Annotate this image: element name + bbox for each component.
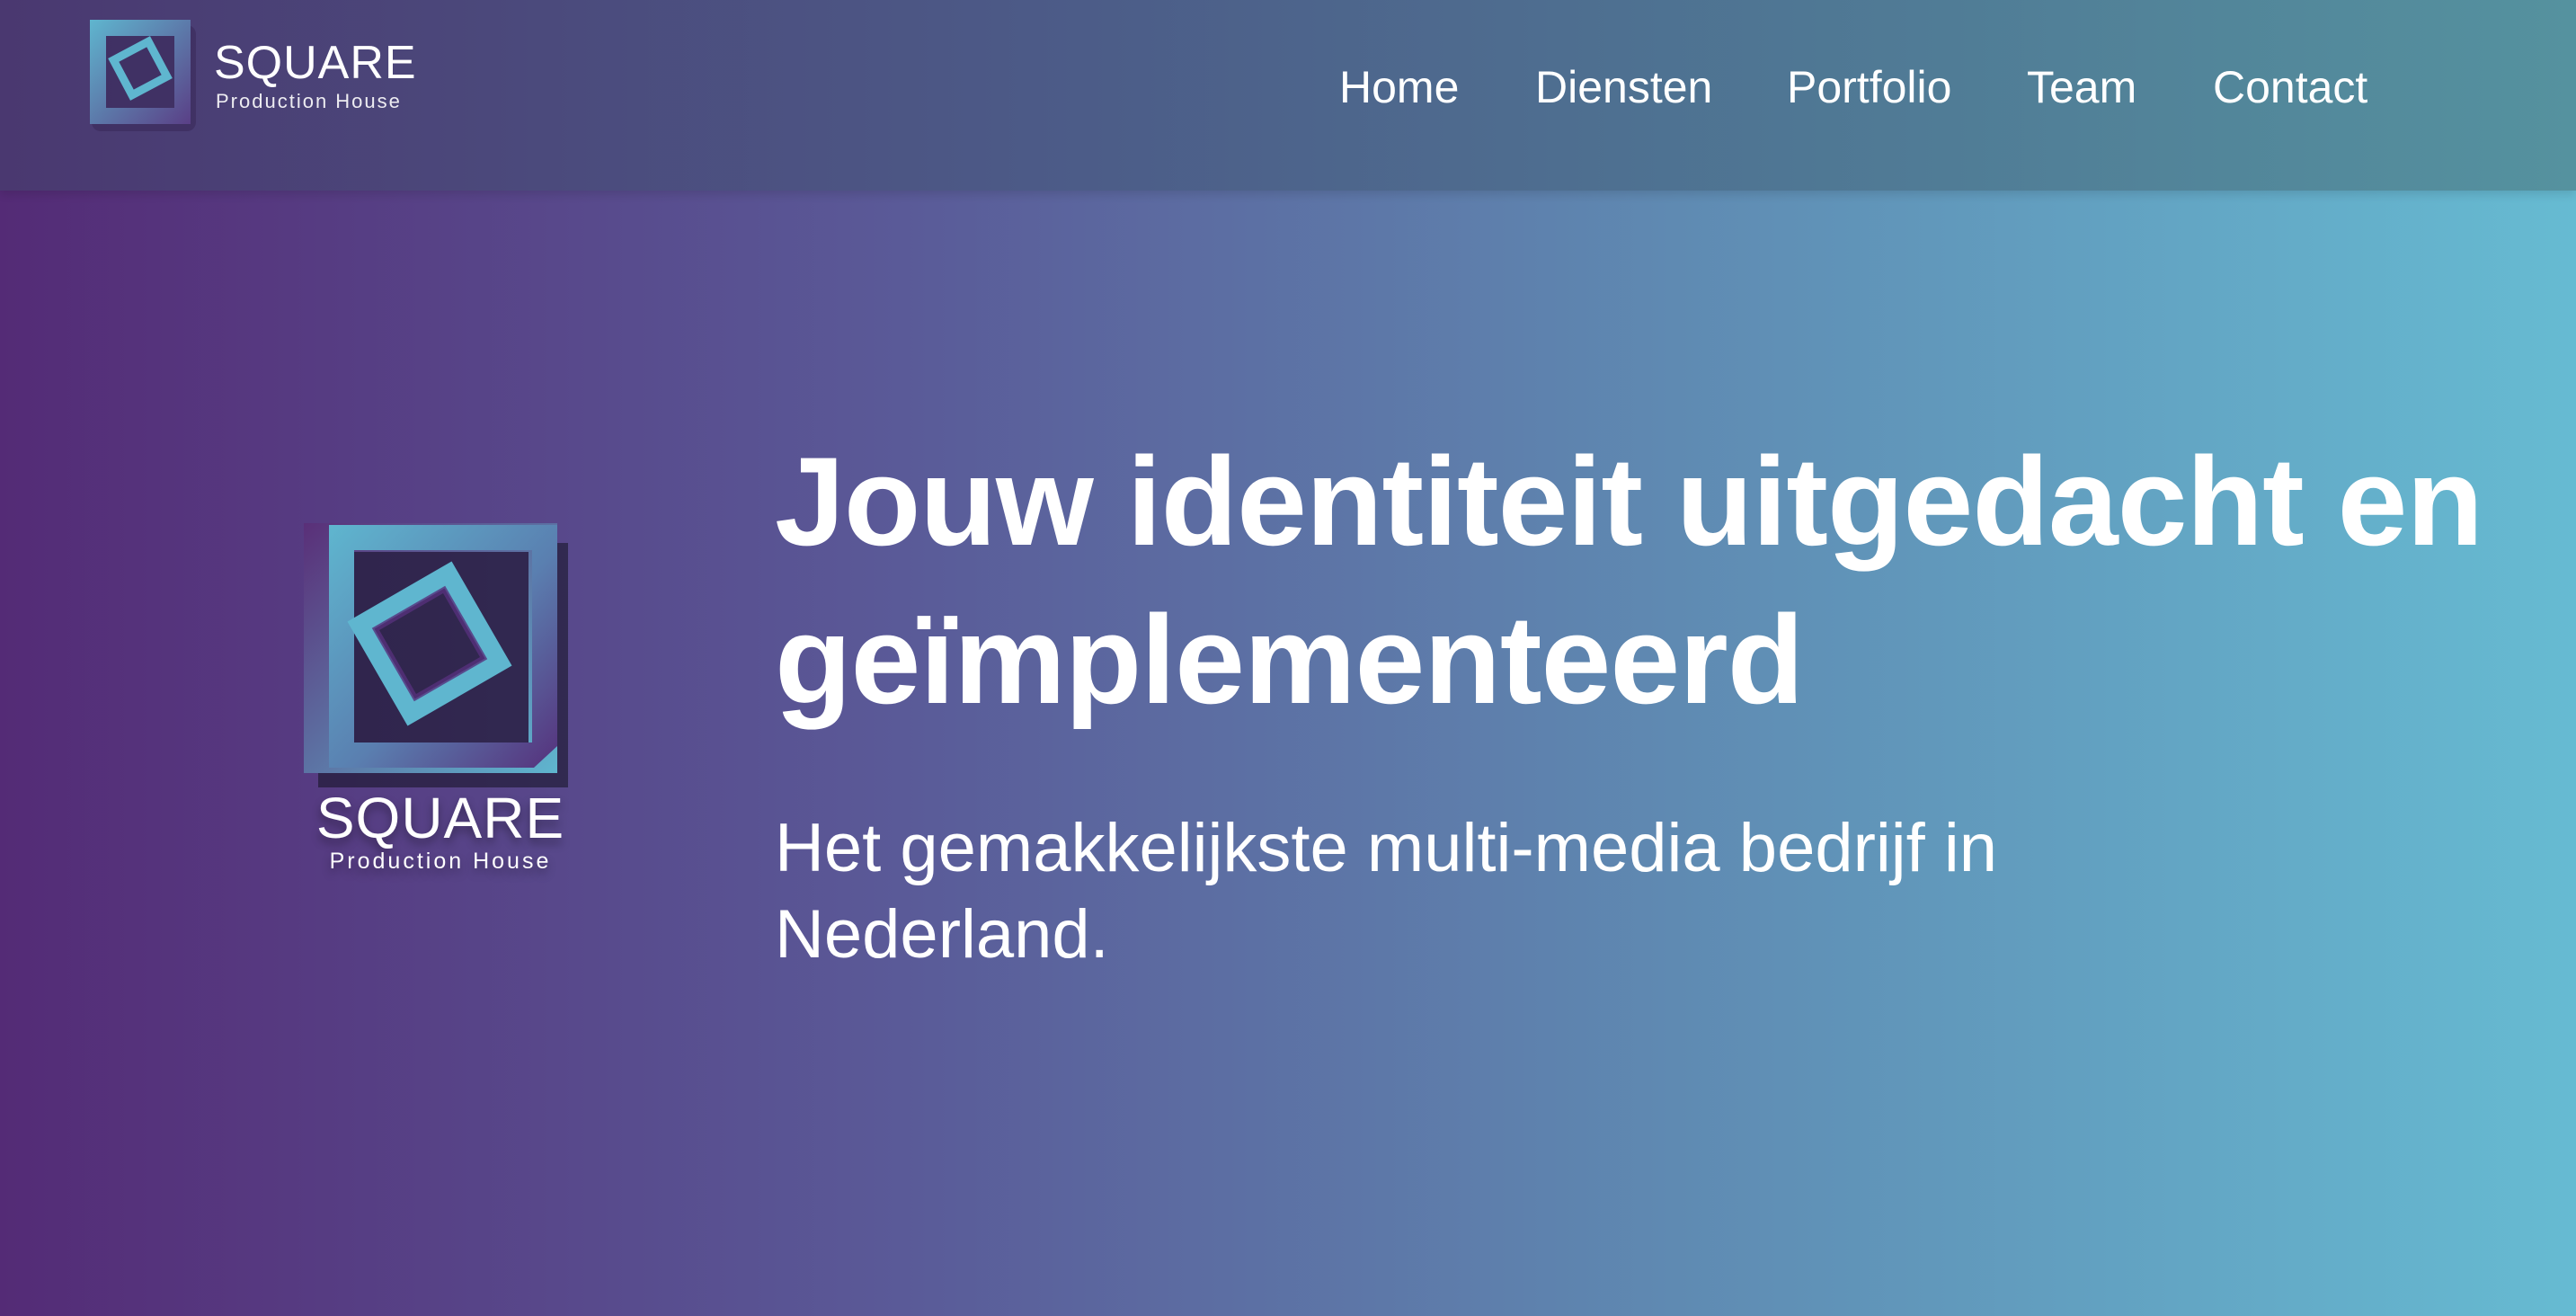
square-logo-icon [297,520,584,789]
hero-logo-name: SQUARE [315,786,565,850]
main-nav: Home Diensten Portfolio Team Contact [0,61,2576,124]
site-header: SQUARE Production House Home Diensten Po… [0,0,2576,191]
nav-item-contact[interactable]: Contact [2213,61,2367,113]
nav-item-home[interactable]: Home [1339,61,1459,113]
nav-item-portfolio[interactable]: Portfolio [1787,61,1951,113]
hero-headline: Jouw identiteit uitgedacht en geïmplemen… [775,431,2483,730]
nav-item-team[interactable]: Team [2027,61,2136,113]
hero-logo: SQUARE Production House [297,520,584,897]
hero-logo-tagline: Production House [329,849,552,874]
hero-subtext: Het gemakkelijkste multi-media bedrijf i… [775,810,1998,973]
nav-item-diensten[interactable]: Diensten [1535,61,1712,113]
